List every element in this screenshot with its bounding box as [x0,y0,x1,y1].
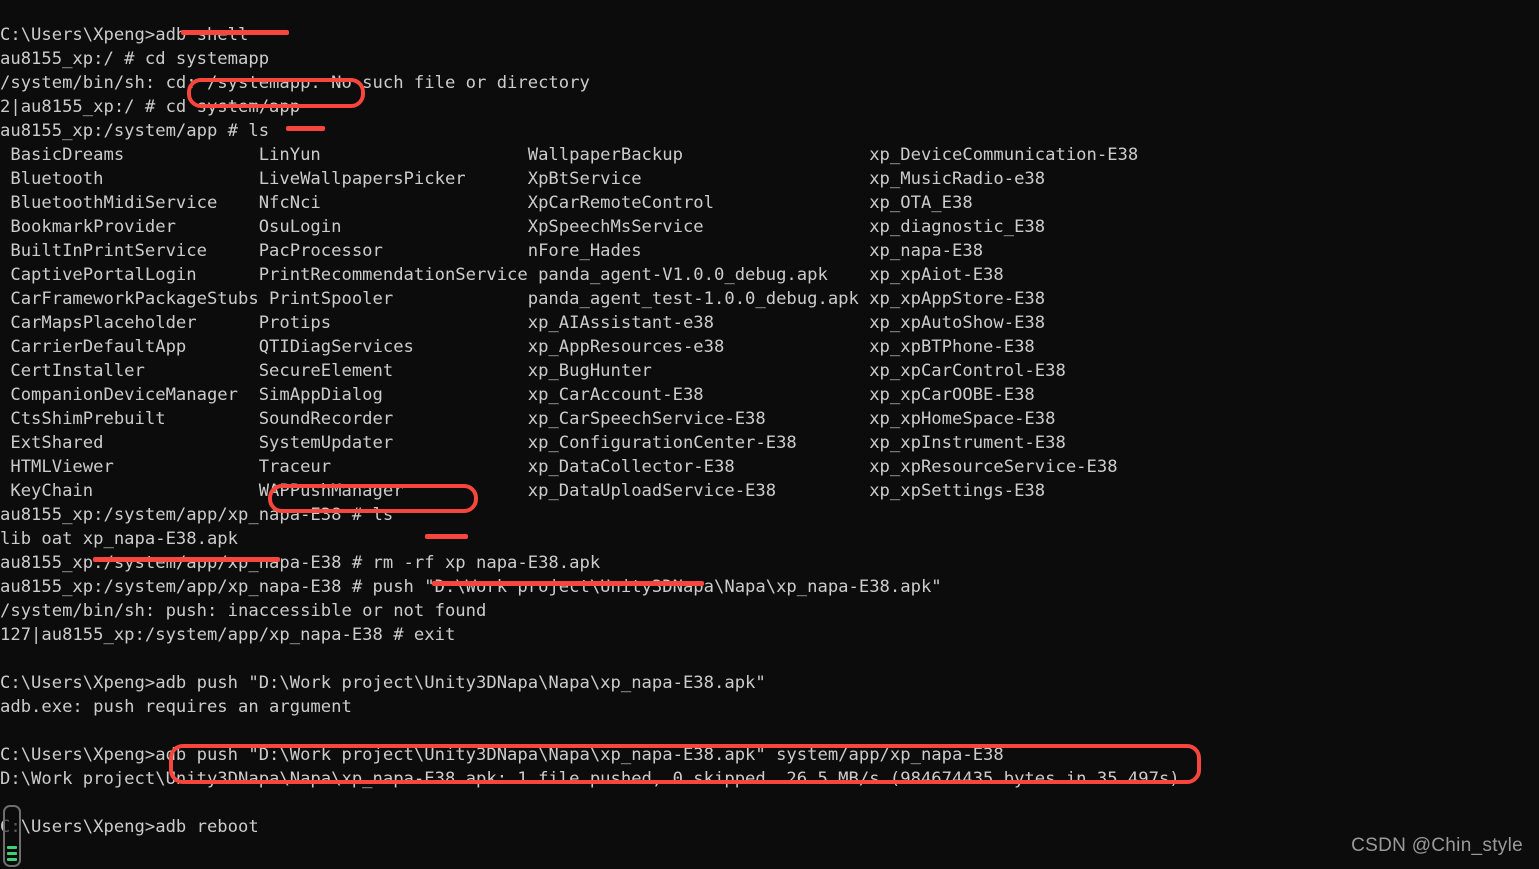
battery-bar [7,846,17,849]
console-output[interactable]: C:\Users\Xpeng>adb shell au8155_xp:/ # c… [0,17,1539,869]
battery-indicator-icon [3,805,21,867]
csdn-watermark: CSDN @Chin_style [1351,835,1523,856]
battery-bar [7,858,17,861]
terminal-window[interactable]: C:\Users\Xpeng>adb shell au8155_xp:/ # c… [0,0,1539,869]
battery-bar [7,852,17,855]
